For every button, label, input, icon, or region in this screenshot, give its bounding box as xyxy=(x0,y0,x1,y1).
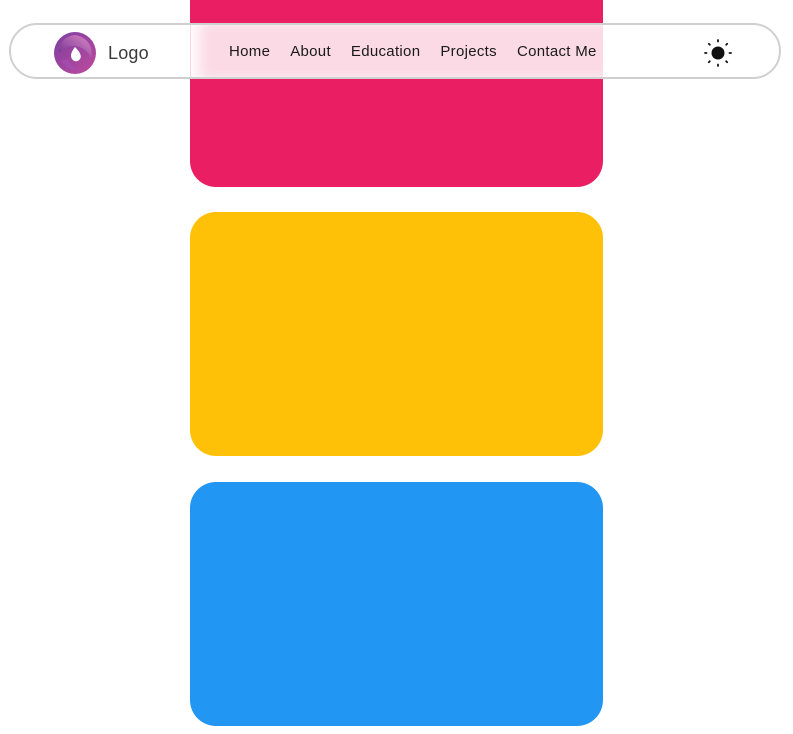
logo-label: Logo xyxy=(108,42,149,63)
sun-icon xyxy=(704,39,732,67)
nav-link-home[interactable]: Home xyxy=(229,43,270,60)
nav-links: Home About Education Projects Contact Me xyxy=(229,25,597,77)
theme-toggle-button[interactable] xyxy=(703,38,733,68)
page: Logo Home About Education Projects Conta… xyxy=(0,0,793,734)
yellow-card xyxy=(190,212,603,456)
top-navbar: Logo Home About Education Projects Conta… xyxy=(9,23,781,79)
swirl-logo-icon xyxy=(54,32,96,74)
nav-link-contact-me[interactable]: Contact Me xyxy=(517,43,597,60)
nav-link-education[interactable]: Education xyxy=(351,43,420,60)
nav-link-about[interactable]: About xyxy=(290,43,331,60)
nav-link-projects[interactable]: Projects xyxy=(440,43,497,60)
blue-card xyxy=(190,482,603,726)
brand-home-link[interactable]: Logo xyxy=(53,31,149,75)
